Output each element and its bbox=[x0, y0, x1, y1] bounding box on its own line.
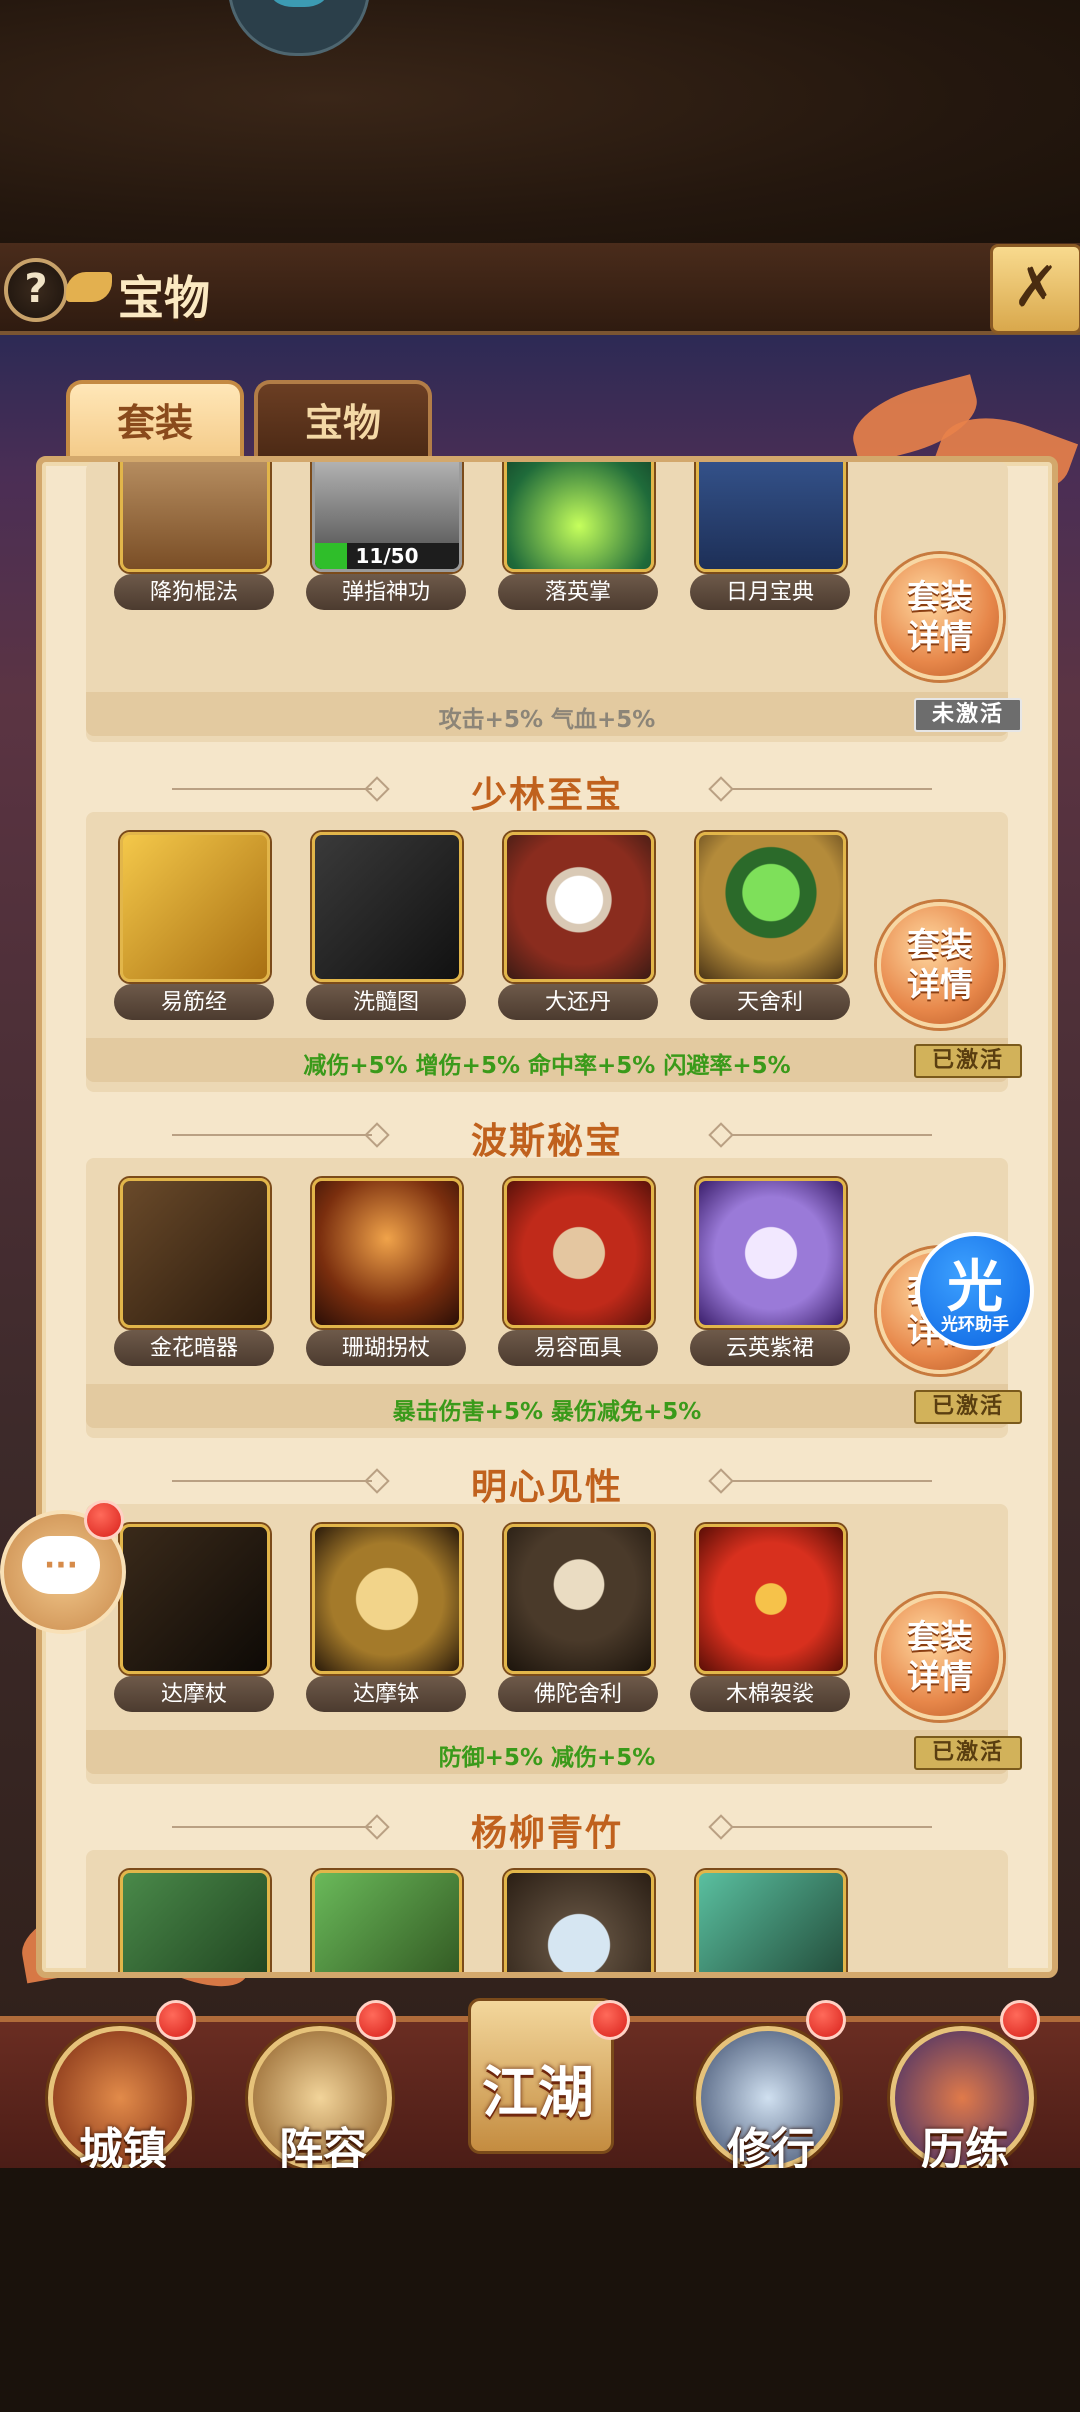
item-name: 达摩钵 bbox=[306, 1676, 466, 1712]
notification-dot bbox=[806, 2000, 846, 2040]
set-list-scroll[interactable]: 降狗棍法 11/50 弹指神功 落英掌 日月宝典 套装 详情 攻击+5% 气血+… bbox=[42, 462, 1052, 1972]
tab-treasure[interactable]: 宝物 bbox=[254, 380, 432, 462]
set-bonus-bar: 暴击伤害+5% 暴伤减免+5% 已激活 bbox=[86, 1384, 1022, 1428]
pet-eye bbox=[271, 0, 327, 7]
notification-dot bbox=[1000, 2000, 1040, 2040]
jade-blade-icon bbox=[696, 1870, 846, 1972]
blue-book-icon bbox=[696, 462, 846, 572]
kasaya-icon bbox=[696, 1524, 846, 1674]
notification-dot bbox=[156, 2000, 196, 2040]
chat-icon: ··· bbox=[22, 1536, 100, 1594]
hand-icon: 11/50 bbox=[312, 462, 462, 572]
set-title-row: 杨柳青竹 bbox=[42, 1800, 1052, 1854]
set-bonus-bar: 攻击+5% 气血+5% 未激活 bbox=[86, 692, 1022, 736]
tab-suit[interactable]: 套装 bbox=[66, 380, 244, 462]
shard-progress-bar: 11/50 bbox=[315, 543, 459, 569]
palm-icon bbox=[504, 462, 654, 572]
set-title: 明心见性 bbox=[470, 1466, 623, 1508]
sword-close-icon: ✗ bbox=[1012, 255, 1060, 320]
item-name: 洗髓图 bbox=[306, 984, 466, 1020]
nav-town[interactable]: 城镇 bbox=[48, 2026, 192, 2175]
set-title-row: 少林至宝 bbox=[42, 762, 1052, 816]
coral-staff-icon bbox=[312, 1178, 462, 1328]
item-name: 日月宝典 bbox=[690, 574, 850, 610]
jade-sword-icon bbox=[120, 1870, 270, 1972]
chat-dots: ··· bbox=[43, 1548, 79, 1583]
set-status-badge: 未激活 bbox=[914, 698, 1022, 732]
bottom-background bbox=[0, 2168, 1080, 2412]
set-detail-button[interactable]: 套装 详情 bbox=[877, 1594, 1003, 1720]
set-title: 波斯秘宝 bbox=[470, 1120, 623, 1162]
set-title: 杨柳青竹 bbox=[470, 1812, 623, 1854]
shard-progress-text: 11/50 bbox=[355, 544, 419, 568]
set-title-row: 明心见性 bbox=[42, 1454, 1052, 1508]
book-icon bbox=[120, 462, 270, 572]
close-button[interactable]: ✗ bbox=[990, 244, 1080, 334]
relic-icon bbox=[504, 1524, 654, 1674]
yellow-book-icon bbox=[120, 832, 270, 982]
set-detail-button[interactable]: 套装 详情 bbox=[877, 554, 1003, 680]
set-detail-label: 套装 详情 bbox=[907, 577, 973, 656]
page-title: 宝物 bbox=[118, 271, 210, 325]
notification-dot bbox=[356, 2000, 396, 2040]
set-status-badge: 已激活 bbox=[914, 1736, 1022, 1770]
item-name: 天舍利 bbox=[690, 984, 850, 1020]
helper-assistant-button[interactable]: 光 光环助手 bbox=[916, 1232, 1034, 1350]
set-bonus-bar: 减伤+5% 增伤+5% 命中率+5% 闪避率+5% 已激活 bbox=[86, 1038, 1022, 1082]
helper-label: 光环助手 bbox=[941, 1315, 1009, 1335]
top-background bbox=[0, 0, 1080, 245]
bowl-icon bbox=[312, 1524, 462, 1674]
item-name: 云英紫裙 bbox=[690, 1330, 850, 1366]
item-name: 珊瑚拐杖 bbox=[306, 1330, 466, 1366]
notification-dot bbox=[590, 2000, 630, 2040]
nav-lineup[interactable]: 阵容 bbox=[248, 2026, 392, 2175]
green-orb-icon bbox=[696, 832, 846, 982]
set-title-row: 波斯秘宝 bbox=[42, 1108, 1052, 1162]
dart-icon bbox=[120, 1178, 270, 1328]
staff-icon bbox=[120, 1524, 270, 1674]
dress-icon bbox=[696, 1178, 846, 1328]
set-bonus-text: 攻击+5% 气血+5% bbox=[438, 707, 656, 733]
set-title: 少林至宝 bbox=[470, 774, 623, 816]
set-detail-label: 套装 详情 bbox=[907, 1617, 973, 1696]
set-list-panel[interactable]: 降狗棍法 11/50 弹指神功 落英掌 日月宝典 套装 详情 攻击+5% 气血+… bbox=[36, 456, 1058, 1978]
set-status-badge: 已激活 bbox=[914, 1390, 1022, 1424]
item-name: 大还丹 bbox=[498, 984, 658, 1020]
set-detail-button[interactable]: 套装 详情 bbox=[877, 902, 1003, 1028]
item-name: 金花暗器 bbox=[114, 1330, 274, 1366]
set-bonus-text: 防御+5% 减伤+5% bbox=[438, 1745, 656, 1771]
set-status-badge: 已激活 bbox=[914, 1044, 1022, 1078]
item-name: 易筋经 bbox=[114, 984, 274, 1020]
set-detail-label: 套装 详情 bbox=[907, 925, 973, 1004]
nav-trial[interactable]: 历练 bbox=[890, 2026, 1034, 2175]
pearl-icon bbox=[504, 832, 654, 982]
bamboo-flute-icon bbox=[312, 1870, 462, 1972]
item-name: 降狗棍法 bbox=[114, 574, 274, 610]
nav-label: 江湖 bbox=[482, 2060, 594, 2126]
notification-dot bbox=[84, 1500, 124, 1540]
help-button[interactable]: ? bbox=[4, 258, 68, 322]
item-name: 易容面具 bbox=[498, 1330, 658, 1366]
scroll-icon bbox=[312, 832, 462, 982]
set-bonus-bar: 防御+5% 减伤+5% 已激活 bbox=[86, 1730, 1022, 1774]
nav-cultivate[interactable]: 修行 bbox=[696, 2026, 840, 2175]
set-bonus-text: 减伤+5% 增伤+5% 命中率+5% 闪避率+5% bbox=[303, 1053, 791, 1079]
item-name: 达摩杖 bbox=[114, 1676, 274, 1712]
item-name: 落英掌 bbox=[498, 574, 658, 610]
item-name: 木棉袈裟 bbox=[690, 1676, 850, 1712]
set-bonus-text: 暴击伤害+5% 暴伤减免+5% bbox=[392, 1399, 702, 1425]
item-name: 佛陀舍利 bbox=[498, 1676, 658, 1712]
item-name: 弹指神功 bbox=[306, 574, 466, 610]
mask-icon bbox=[504, 1178, 654, 1328]
jade-pendant-icon bbox=[504, 1870, 654, 1972]
